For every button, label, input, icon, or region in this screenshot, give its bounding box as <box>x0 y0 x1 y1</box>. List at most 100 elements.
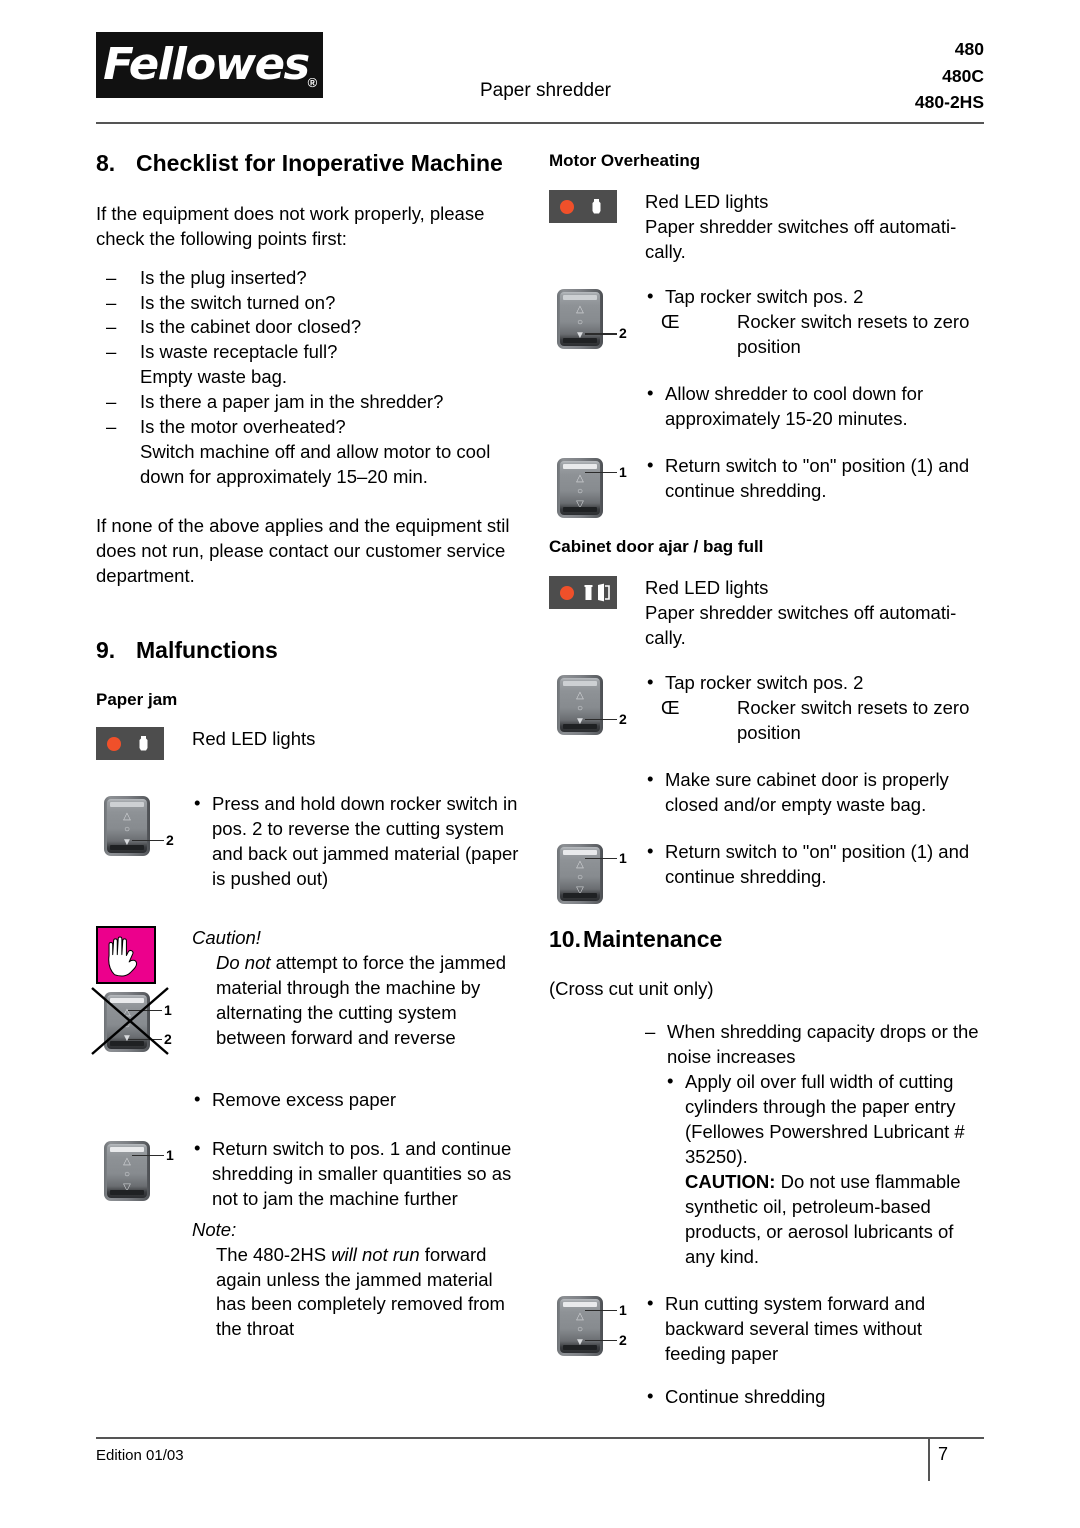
rocker-icon-slot: △ ○ ▼ 2 <box>549 671 645 743</box>
led-line-1: Red LED lights <box>645 576 769 598</box>
checklist-item-label: Is the switch turned on? <box>140 291 336 313</box>
return-switch-row: △ ○ ▽ 1 • Return switch to pos. 1 and con… <box>96 1137 526 1212</box>
rocker-bottom-bar <box>110 1040 144 1046</box>
rocker-symbol-zero: ○ <box>576 317 584 328</box>
section-8-number: 8. <box>96 150 116 176</box>
bullet-label: Tap rocker switch pos. 2 <box>665 671 864 693</box>
fellowes-logo: Fellowes ® <box>96 32 323 98</box>
footer-edition: Edition 01/03 <box>96 1447 184 1464</box>
led-icon-slot <box>549 190 645 224</box>
left-column: 8. Checklist for Inoperative Machine If t… <box>91 150 526 1343</box>
cabinet-door-led-row: Red LED lights Paper shredder switches o… <box>549 575 986 651</box>
dash-marker: – <box>106 341 117 363</box>
maintenance-oil-text: – When shredding capacity drops or the no… <box>645 1020 986 1270</box>
rocker-position-label-2: 2 <box>619 1331 627 1348</box>
paper-jam-bullet1: • Press and hold down rocker switch in po… <box>192 792 526 892</box>
checklist-item: – Is the motor overheated? <box>96 415 526 440</box>
rocker-switch-icon: △ ○ ▽ 1 <box>96 1137 192 1209</box>
rocker-face: △ ○ ▽ <box>560 460 600 515</box>
leader-line-2 <box>585 718 617 721</box>
cabinet-door-check-text: • Make sure cabinet door is properly clos… <box>645 768 986 818</box>
motor-overheating-led-row: Red LED lights Paper shredder switches o… <box>549 190 986 265</box>
leader-line-1 <box>128 1009 162 1012</box>
cabinet-door-heading: Cabinet door ajar / bag full <box>549 536 764 556</box>
led-icon-slot <box>96 726 192 760</box>
checklist: – Is the plug inserted? – Is the switch tu… <box>96 266 526 491</box>
section-9-heading: 9. Malfunctions <box>96 637 526 665</box>
checklist-subnote: Switch machine off and allow motor to co… <box>140 441 491 488</box>
led-line-1: Red LED lights <box>645 191 769 213</box>
leader-line-2 <box>585 1339 617 1342</box>
rocker-position-label: 2 <box>619 710 627 727</box>
note-row: Note: The 480-2HS will not run forward a… <box>96 1218 526 1343</box>
caution-emphasis: Do not <box>216 951 271 973</box>
cabinet-door-check-row: • Make sure cabinet door is properly clos… <box>549 768 986 818</box>
rocker-body: △ ○ ▼ <box>557 674 603 735</box>
cabinet-door-return-row: △ ○ ▽ 1 • Return switch to "on" position … <box>549 840 986 904</box>
checklist-subnote: Empty waste bag. <box>140 366 288 388</box>
rocker-position-label-2: 2 <box>164 1030 172 1047</box>
rocker-bottom-bar <box>563 892 597 898</box>
caution-body: Do not attempt to force the jammed mater… <box>192 951 526 1051</box>
section-8-closing: If none of the above applies and the equ… <box>96 515 510 587</box>
leader-line-2 <box>132 839 164 842</box>
rocker-symbol-zero: ○ <box>123 1019 131 1031</box>
bullet-marker: • <box>647 381 654 403</box>
checklist-item: – Is the plug inserted? <box>96 266 526 291</box>
rocker-symbol-up: △ <box>123 810 131 822</box>
rocker-face: △ ○ ▼ <box>560 677 600 732</box>
rocker-body: △ ○ ▽ <box>557 457 603 518</box>
arrow-result-icon: Œ <box>661 310 680 332</box>
bullet-label: Return switch to "on" position (1) and c… <box>665 454 970 501</box>
section-8-intro: If the equipment does not work properly,… <box>96 202 485 249</box>
rocker-top-bar <box>110 801 144 807</box>
rocker-bottom-bar <box>563 1344 597 1350</box>
bullet-label: Run cutting system forward and backward … <box>665 1292 926 1364</box>
checklist-item: – Is the cabinet door closed? <box>96 315 526 340</box>
rocker-switch-icon: △ ○ ▼ 2 <box>96 792 192 864</box>
checklist-item: – Is waste receptacle full? <box>96 340 526 365</box>
note-emphasis: will not run <box>331 1243 420 1265</box>
hand-glyph <box>108 936 138 977</box>
maintenance-run-row: △ ○ ▼ 1 2 • Run cutting system forward an… <box>549 1292 986 1367</box>
rocker-icon-slot: △ ○ ▼ 1 2 <box>549 1292 645 1364</box>
checklist-item: – Is the switch turned on? <box>96 291 526 316</box>
cabinet-door-tap-text: • Tap rocker switch pos. 2 Œ Rocker switch… <box>645 671 986 746</box>
bullet-marker: • <box>647 1384 654 1406</box>
rocker-symbol-up: △ <box>123 1155 131 1167</box>
stop-hand-caution-icon <box>96 925 156 984</box>
maintenance-run-text: • Run cutting system forward and backward… <box>645 1292 986 1367</box>
motor-overheating-tap-row: △ ○ ▼ 2 • Tap rocker switch pos. 2 Œ Rocke… <box>549 285 986 360</box>
motor-cooldown-row: • Allow shredder to cool down for approxi… <box>549 382 986 432</box>
rocker-switch-icon: △ ○ ▽ 1 <box>549 840 645 912</box>
dash-marker: – <box>106 391 117 413</box>
rocker-face: △ ○ ▼ <box>560 1298 600 1353</box>
rocker-body: △ ○ ▽ <box>104 1140 150 1201</box>
maintenance-dash-item: – When shredding capacity drops or the no… <box>645 1020 986 1070</box>
motor-cooldown-text: • Allow shredder to cool down for approxi… <box>645 382 986 432</box>
rocker-top-bar <box>563 463 597 469</box>
bullet-marker: • <box>647 285 654 306</box>
caution-icon-slot: △ ○ ▼ 1 2 <box>91 925 192 1060</box>
section-10-heading: 10.Maintenance <box>549 926 986 954</box>
rocker-icon-slot: △ ○ ▼ 2 <box>549 285 645 357</box>
section-10-number: 10. <box>549 925 581 952</box>
bullet-marker: • <box>647 670 654 692</box>
red-led-icon <box>560 585 574 600</box>
bullet-label: Continue shredding <box>665 1385 826 1407</box>
header-rule <box>96 122 984 124</box>
right-column: Motor Overheating Red LED lights Paper s… <box>549 150 986 1410</box>
rocker-switch-crossed-icon: △ ○ ▼ 1 2 <box>91 986 192 1060</box>
bullet-label: Return switch to pos. 1 and continue shr… <box>212 1137 512 1209</box>
dash-item-label: When shredding capacity drops or the noi… <box>667 1021 979 1068</box>
rocker-face: △ ○ ▼ <box>107 994 147 1049</box>
remove-excess-paper-row: • Remove excess paper <box>96 1088 526 1113</box>
maintenance-oil-row: – When shredding capacity drops or the no… <box>549 1020 986 1270</box>
rocker-position-label: 1 <box>619 463 627 480</box>
rocker-symbol-zero: ○ <box>123 1168 131 1180</box>
dash-marker: – <box>106 291 117 313</box>
bullet-label: Tap rocker switch pos. 2 <box>665 286 864 307</box>
motor-return-switch-text: • Return switch to "on" position (1) and … <box>645 454 986 504</box>
waste-bag-icon <box>139 735 148 751</box>
leader-line-2 <box>128 1038 162 1041</box>
